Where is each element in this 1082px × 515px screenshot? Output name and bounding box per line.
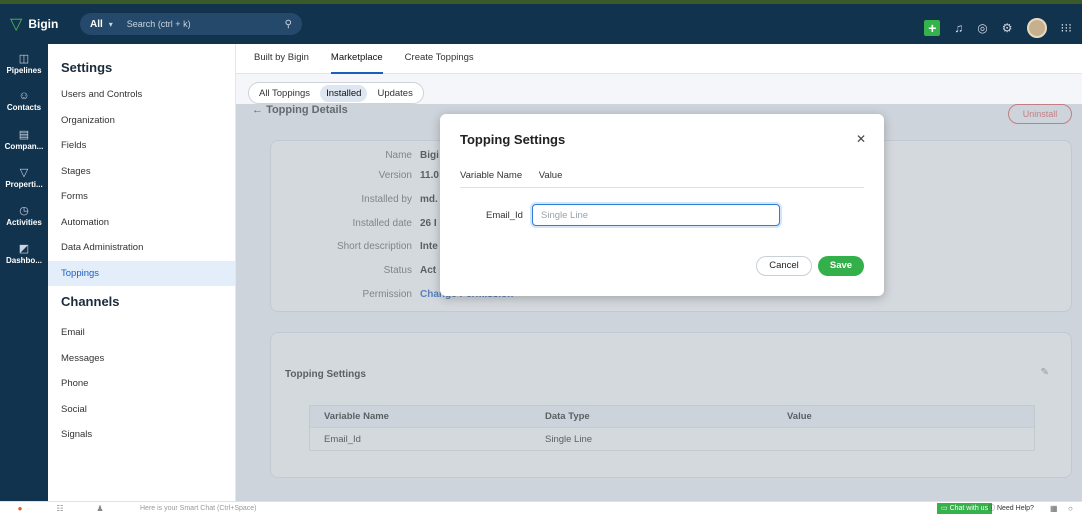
need-help-button[interactable]: ⓘ Need Help? bbox=[988, 503, 1034, 514]
smart-chat-hint[interactable]: Here is your Smart Chat (Ctrl+Space) bbox=[140, 505, 257, 512]
subtab-all-toppings[interactable]: All Toppings bbox=[253, 85, 316, 102]
rail-item-activities[interactable]: ◷ Activities bbox=[0, 196, 48, 234]
search-placeholder[interactable]: Search (ctrl + k) bbox=[127, 19, 191, 29]
email-id-input[interactable] bbox=[532, 204, 780, 226]
bigin-logo-icon: ▽ bbox=[10, 16, 23, 33]
column-header: Variable Name bbox=[460, 170, 523, 181]
search-scope[interactable]: All bbox=[90, 19, 103, 30]
close-icon[interactable]: ✕ bbox=[856, 132, 866, 146]
rail-item-companies[interactable]: ▤ Compan... bbox=[0, 120, 48, 158]
sidebar-item-email[interactable]: Email bbox=[48, 320, 235, 346]
apps-grid-icon[interactable]: ⁝⁝⁝ bbox=[1061, 21, 1072, 35]
help-label: Need Help? bbox=[996, 505, 1034, 512]
settings-heading: Settings bbox=[61, 60, 113, 75]
tab-built-by-bigin[interactable]: Built by Bigin bbox=[254, 44, 309, 74]
sidebar-item-toppings[interactable]: Toppings bbox=[48, 260, 235, 286]
rail-label: Dashbo... bbox=[5, 255, 42, 265]
channels-heading: Channels bbox=[61, 294, 120, 309]
properties-icon: ▽ bbox=[19, 166, 29, 179]
save-button[interactable]: Save bbox=[818, 256, 864, 276]
rail-label: Properti... bbox=[5, 179, 43, 189]
sidebar-item-messages[interactable]: Messages bbox=[48, 346, 235, 372]
subtab-group: All Toppings Installed Updates bbox=[248, 82, 424, 104]
chevron-down-icon: ▾ bbox=[108, 19, 113, 29]
sidebar-item-stages[interactable]: Stages bbox=[48, 159, 235, 185]
sidebar-item-fields[interactable]: Fields bbox=[48, 133, 235, 159]
sidebar-item-data-administration[interactable]: Data Administration bbox=[48, 235, 235, 261]
add-button[interactable]: + bbox=[924, 20, 941, 36]
rail-item-contacts[interactable]: ☺ Contacts bbox=[0, 82, 48, 120]
avatar[interactable] bbox=[1026, 18, 1047, 38]
team-icon[interactable]: ☷ bbox=[40, 504, 80, 513]
rail-item-dashboards[interactable]: ◩ Dashbo... bbox=[0, 234, 48, 272]
modal-title: Topping Settings bbox=[460, 132, 566, 147]
dashboards-icon: ◩ bbox=[18, 242, 30, 255]
search-icon[interactable]: ⚲ bbox=[285, 19, 292, 30]
column-header: Value bbox=[538, 170, 563, 181]
sidebar-item-organization[interactable]: Organization bbox=[48, 108, 235, 134]
pipelines-icon: ◫ bbox=[18, 52, 30, 65]
rail-label: Compan... bbox=[4, 141, 44, 151]
compass-icon[interactable]: ◎ bbox=[977, 21, 987, 35]
subtab-updates[interactable]: Updates bbox=[371, 85, 418, 102]
search-icon[interactable]: ○ bbox=[1068, 503, 1073, 514]
rail-item-properties[interactable]: ▽ Properti... bbox=[0, 158, 48, 196]
modal-column-header: Variable Name Value bbox=[460, 170, 864, 188]
contacts-icon: ☺ bbox=[18, 90, 30, 102]
search-bar[interactable]: All ▾ Search (ctrl + k) ⚲ bbox=[80, 13, 302, 35]
chat-icon: ▭ bbox=[941, 505, 950, 512]
gear-icon[interactable]: ⚙ bbox=[1002, 21, 1013, 35]
bell-icon[interactable]: ♫ bbox=[954, 21, 963, 35]
brand[interactable]: ▽ Bigin bbox=[0, 14, 80, 34]
topping-settings-modal: Topping Settings ✕ Variable Name Value E… bbox=[440, 114, 884, 296]
sidebar-item-automation[interactable]: Automation bbox=[48, 210, 235, 236]
tab-create-toppings[interactable]: Create Toppings bbox=[405, 44, 474, 74]
top-bar: ▽ Bigin All ▾ Search (ctrl + k) ⚲ + ♫ ◎ … bbox=[0, 0, 1082, 44]
subtab-installed[interactable]: Installed bbox=[320, 84, 368, 102]
user-icon[interactable]: ♟ bbox=[80, 504, 120, 513]
sidebar-item-forms[interactable]: Forms bbox=[48, 184, 235, 210]
cancel-button[interactable]: Cancel bbox=[756, 256, 812, 276]
companies-icon: ▤ bbox=[18, 128, 30, 141]
module-rail: ◫ Pipelines ☺ Contacts ▤ Compan... ▽ Pro… bbox=[0, 44, 48, 501]
chat-with-us-button[interactable]: ▭ Chat with us bbox=[937, 503, 993, 514]
sidebar-item-signals[interactable]: Signals bbox=[48, 422, 235, 448]
sidebar-item-social[interactable]: Social bbox=[48, 397, 235, 423]
app-name: Bigin bbox=[28, 17, 59, 31]
rail-item-pipelines[interactable]: ◫ Pipelines bbox=[0, 44, 48, 82]
bottom-bar: ● ☷ ♟ Here is your Smart Chat (Ctrl+Spac… bbox=[0, 501, 1082, 515]
sidebar-item-users-and-controls[interactable]: Users and Controls bbox=[48, 82, 235, 108]
sidebar-item-phone[interactable]: Phone bbox=[48, 371, 235, 397]
calendar-icon[interactable]: ▦ bbox=[1050, 503, 1058, 514]
help-icon: ⓘ bbox=[988, 505, 997, 512]
rail-label: Activities bbox=[6, 217, 42, 227]
top-actions: + ♫ ◎ ⚙ ⁝⁝⁝ bbox=[924, 8, 1072, 48]
chat-label: Chat with us bbox=[949, 505, 989, 512]
notification-icon[interactable]: ● bbox=[0, 504, 40, 513]
email-id-label: Email_Id bbox=[486, 210, 523, 221]
toppings-tabs: Built by Bigin Marketplace Create Toppin… bbox=[236, 44, 1082, 74]
settings-sidebar: Settings Users and Controls Organization… bbox=[48, 44, 236, 501]
rail-label: Contacts bbox=[6, 103, 42, 112]
tab-marketplace[interactable]: Marketplace bbox=[330, 44, 383, 74]
rail-label: Pipelines bbox=[6, 65, 42, 75]
activities-icon: ◷ bbox=[19, 204, 29, 217]
